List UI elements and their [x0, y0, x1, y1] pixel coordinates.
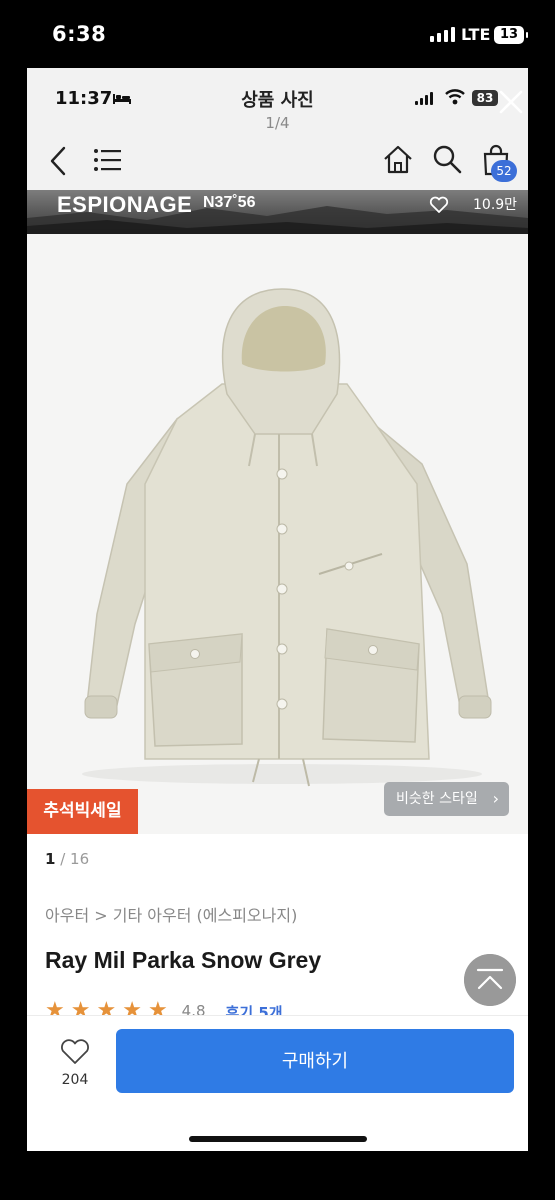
home-indicator[interactable]: [189, 1136, 367, 1142]
review-count-link[interactable]: 후기 5개: [226, 1002, 283, 1016]
back-icon[interactable]: [47, 146, 69, 176]
star-icon: ★: [147, 1000, 168, 1016]
photo-counter: 1/4: [265, 114, 290, 132]
product-photo[interactable]: [27, 234, 528, 834]
close-icon[interactable]: [497, 88, 525, 116]
brand-banner[interactable]: ESPIONAGE N37˚56 10.9만: [27, 190, 528, 234]
sale-tag: 추석빅세일: [27, 789, 138, 834]
bottom-action-bar: 204 구매하기: [27, 1015, 528, 1151]
top-bar: 11:37 상품 사진 1/4 83 52: [27, 68, 528, 190]
pager-current: 1: [45, 850, 56, 868]
outer-time: 6:38: [52, 22, 107, 46]
brand-subtitle: N37˚56: [203, 194, 256, 211]
pager-total: / 16: [60, 850, 90, 868]
battery-icon: 13: [494, 26, 528, 44]
breadcrumb[interactable]: 아우터 > 기타 아우터 (에스피오나지): [45, 902, 297, 926]
star-icon: ★: [122, 1000, 142, 1016]
chevron-right-icon: ›: [492, 789, 499, 808]
star-icon: ★: [70, 1000, 91, 1016]
menu-icon[interactable]: [93, 148, 123, 172]
network-type: LTE: [461, 25, 491, 44]
app-screenshot: 11:37 상품 사진 1/4 83 52 ESPIONAGE N37˚56 1…: [27, 68, 528, 1151]
scroll-to-top-icon[interactable]: [464, 954, 516, 1006]
wishlist-button[interactable]: 204: [55, 1038, 95, 1088]
battery-icon: 83: [472, 90, 498, 106]
parka-image: [82, 288, 492, 787]
outer-status-bar: 6:38 LTE 13: [0, 0, 555, 68]
cart-count-badge: 52: [491, 160, 517, 182]
similar-style-button[interactable]: 비슷한 스타일 ›: [384, 782, 509, 816]
cellular-signal-icon: [430, 27, 455, 42]
rating-row[interactable]: ★ ★ ★ ★ ★ 4.8 후기 5개: [45, 1000, 283, 1016]
similar-style-label: 비슷한 스타일: [396, 791, 478, 807]
star-icon: ★: [45, 1000, 65, 1016]
search-icon[interactable]: [432, 144, 462, 174]
heart-icon[interactable]: [429, 196, 449, 214]
image-pager: 1 / 16: [45, 850, 89, 868]
wishlist-count: 204: [61, 1072, 89, 1088]
home-icon[interactable]: [383, 144, 413, 174]
wifi-icon: [445, 89, 465, 105]
heart-icon: [61, 1039, 89, 1064]
product-title: Ray Mil Parka Snow Grey: [45, 947, 322, 973]
buy-button[interactable]: 구매하기: [116, 1029, 514, 1093]
cellular-signal-icon: [415, 92, 433, 105]
brand-name: ESPIONAGE: [57, 192, 193, 217]
rating-value: 4.8: [181, 1002, 206, 1016]
star-icon: ★: [96, 1000, 117, 1016]
brand-like-count: 10.9만: [473, 197, 518, 213]
